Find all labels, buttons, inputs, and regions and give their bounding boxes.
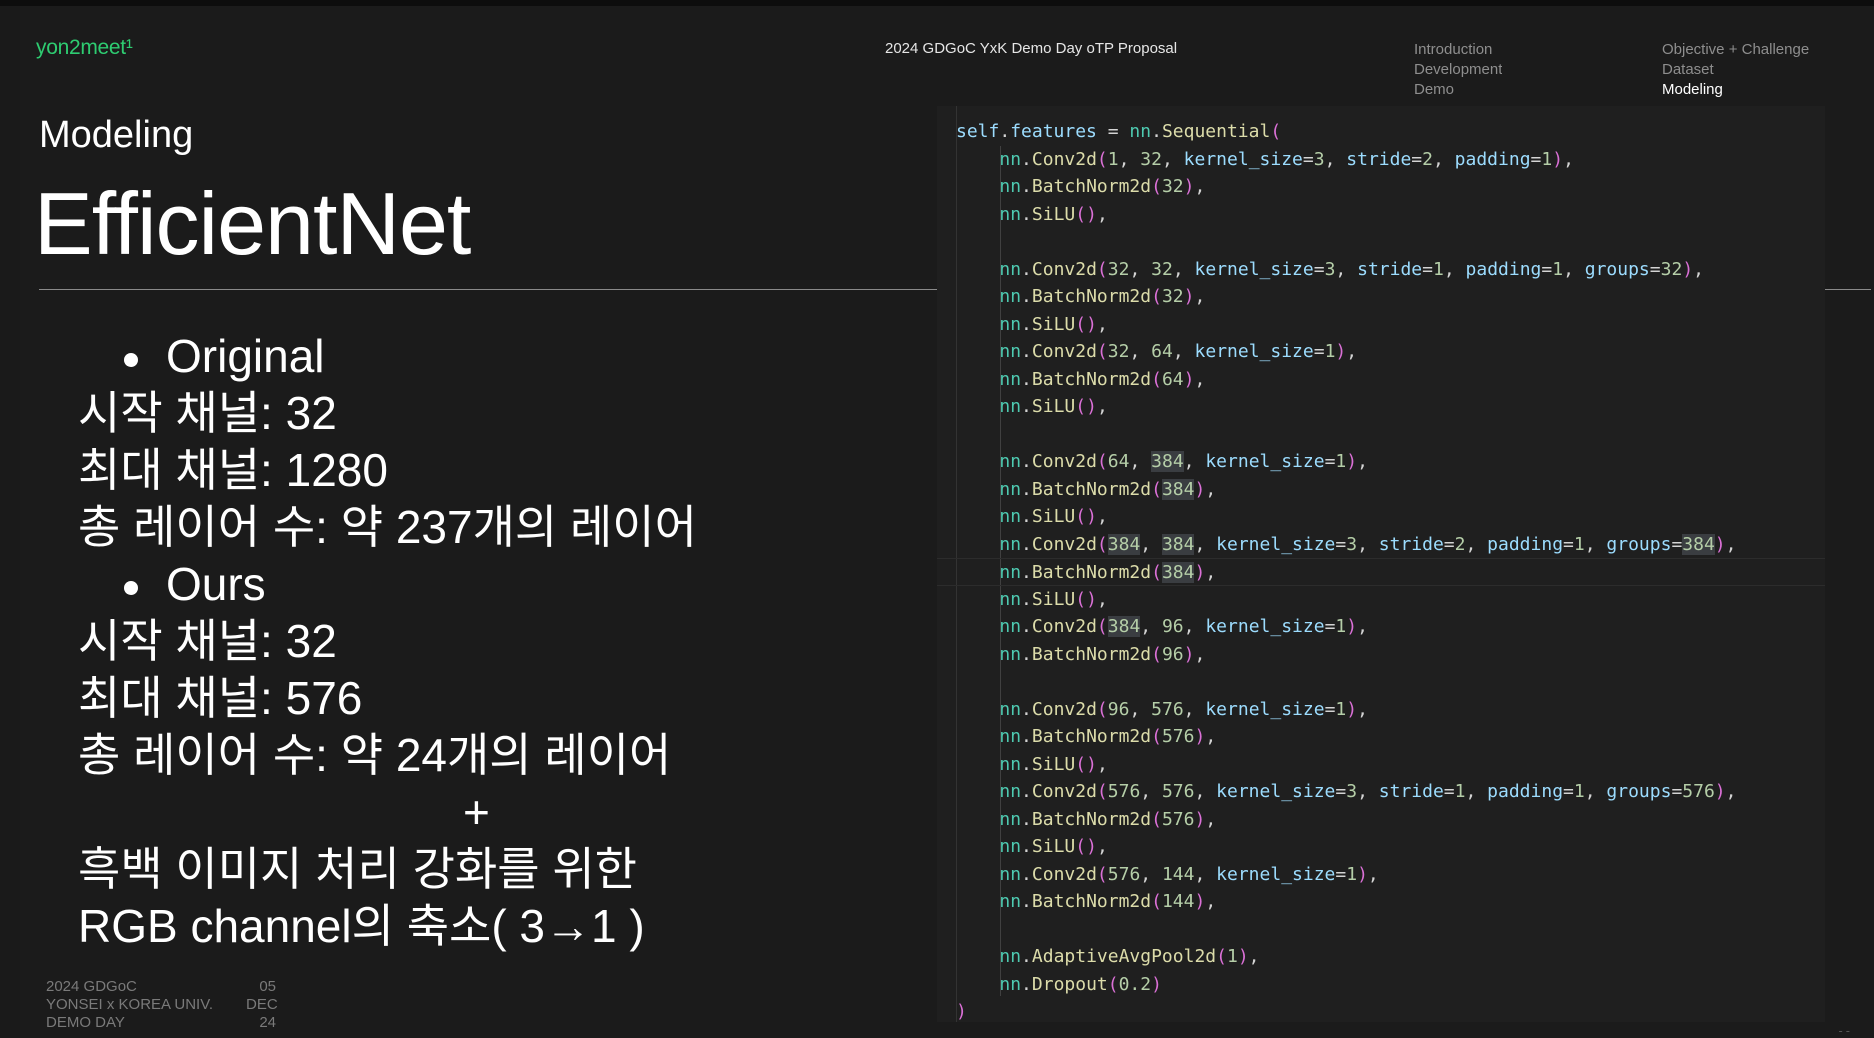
footer-label: 2024 GDGoC — [46, 978, 137, 995]
nav-item[interactable]: Al — [1414, 100, 1502, 101]
footer-row: YONSEI x KOREA UNIV. DEC — [46, 996, 278, 1014]
code-line: nn.BatchNorm2d(64), — [999, 368, 1206, 390]
footer-row: DEMO DAY 24 — [46, 1014, 276, 1032]
slide-footer: 2024 GDGoC 05 YONSEI x KOREA UNIV. DEC DEMO … — [46, 978, 278, 1032]
content-line: 최대 채널: 1280 — [78, 444, 388, 496]
nav-item[interactable]: Introduction — [1414, 40, 1502, 60]
footer-date: 05 — [259, 978, 276, 995]
nav-item[interactable]: Development — [1414, 60, 1502, 80]
nav-item[interactable]: Distribution D — [1662, 100, 1809, 101]
code-line: nn.BatchNorm2d(144), — [999, 891, 1217, 912]
content-line: 시작 채널: 32 — [78, 615, 337, 667]
deck-title: 2024 GDGoC YxK Demo Day oTP Proposal — [885, 40, 1178, 57]
code-line: nn.Conv2d(1, 32, kernel_size=3, stride=2… — [999, 148, 1574, 170]
code-line: nn.Conv2d(576, 576, kernel_size=3, strid… — [999, 781, 1737, 802]
code-line: nn.Conv2d(96, 576, kernel_size=1), — [999, 698, 1368, 720]
presentation-slide: yon2meet¹ 2024 GDGoC YxK Demo Day oTP Pr… — [20, 6, 1874, 1038]
bullet-item: Original — [78, 328, 697, 385]
content-line: RGB channel의 축소( 3→1 ) — [78, 900, 645, 952]
nav-item[interactable]: Demo — [1414, 80, 1502, 100]
bullet-label: Original — [166, 330, 325, 382]
content-line: 최대 채널: 576 — [78, 672, 363, 724]
code-line: nn.Conv2d(384, 384, kernel_size=3, strid… — [999, 533, 1737, 555]
section-label: Modeling — [39, 114, 194, 156]
footer-row: 2024 GDGoC 05 — [46, 978, 276, 996]
footer-date: DEC — [246, 996, 278, 1013]
code-line: nn.SiLU(), — [999, 588, 1108, 610]
code-line: nn.BatchNorm2d(32), — [999, 176, 1206, 197]
plus-sign: + — [463, 786, 490, 838]
slide-nav-right: Objective + ChallengeDatasetModelingDist… — [1662, 40, 1809, 101]
code-screenshot-panel: self.features = nn.Sequential( nn.Conv2d… — [937, 106, 1825, 1022]
nav-item[interactable]: Dataset — [1662, 60, 1809, 80]
code-line: nn.SiLU(), — [999, 203, 1108, 225]
code-line: nn.Conv2d(64, 384, kernel_size=1), — [999, 451, 1368, 472]
code-line: nn.BatchNorm2d(384), — [999, 478, 1217, 500]
bullet-item: Ours — [78, 556, 697, 613]
code-line: nn.Conv2d(32, 64, kernel_size=1), — [999, 341, 1358, 362]
code-line: nn.SiLU(), — [999, 506, 1108, 527]
code-line: nn.BatchNorm2d(576), — [999, 808, 1217, 830]
code-line: nn.BatchNorm2d(576), — [999, 726, 1217, 747]
code-line: nn.AdaptiveAvgPool2d(1), — [999, 946, 1260, 967]
content-line: 총 레이어 수: 약 24개의 레이어 — [78, 729, 672, 781]
content-list: Original 시작 채널: 32 최대 채널: 1280 총 레이어 수: 약 2… — [78, 328, 697, 955]
footer-date: 24 — [259, 1014, 276, 1031]
content-line: 시작 채널: 32 — [78, 387, 337, 439]
code-line: nn.SiLU(), — [999, 836, 1108, 857]
scroll-indicator: -- — [1837, 1024, 1852, 1038]
page-title: EfficientNet — [34, 174, 471, 273]
footer-label: DEMO DAY — [46, 1014, 125, 1031]
code-line: nn.Conv2d(32, 32, kernel_size=3, stride=… — [999, 258, 1704, 280]
code-line: nn.SiLU(), — [999, 753, 1108, 775]
bullet-label: Ours — [166, 558, 266, 610]
code-line: nn.BatchNorm2d(384), — [937, 558, 1825, 586]
code-line: nn.SiLU(), — [999, 313, 1108, 335]
brand-logo: yon2meet¹ — [36, 36, 133, 59]
nav-item[interactable]: Objective + Challenge — [1662, 40, 1809, 60]
code-line: ) — [956, 1001, 967, 1022]
slide-nav-left: IntroductionDevelopmentDemoAl — [1414, 40, 1502, 101]
code-line: nn.BatchNorm2d(96), — [999, 643, 1206, 665]
code-line: nn.BatchNorm2d(32), — [999, 286, 1206, 307]
nav-item[interactable]: Modeling — [1662, 80, 1809, 100]
code-line: nn.Dropout(0.2) — [999, 973, 1162, 995]
code-line: nn.Conv2d(576, 144, kernel_size=1), — [999, 863, 1379, 885]
code-line: nn.Conv2d(384, 96, kernel_size=1), — [999, 616, 1368, 637]
footer-label: YONSEI x KOREA UNIV. — [46, 996, 213, 1013]
content-line: 총 레이어 수: 약 237개의 레이어 — [78, 501, 697, 553]
content-line: 흑백 이미지 처리 강화를 위한 — [78, 843, 637, 895]
code-line: self.features = nn.Sequential( — [956, 121, 1282, 142]
code-line: nn.SiLU(), — [999, 396, 1108, 417]
